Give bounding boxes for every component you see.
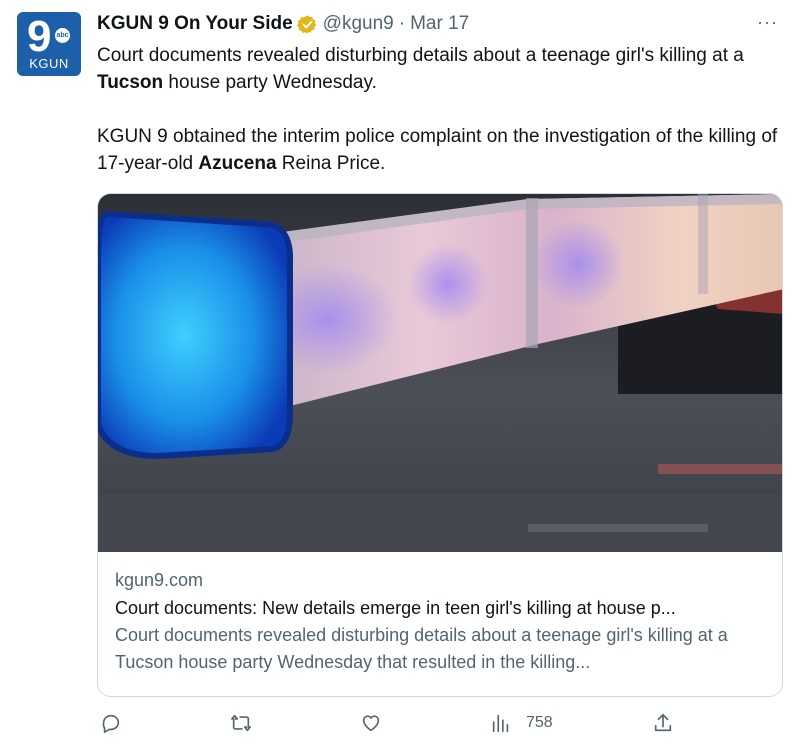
views-count: 758 [526,714,553,731]
reply-icon [102,714,120,733]
link-preview-card[interactable]: kgun9.com Court documents: New details e… [97,193,783,697]
tweet-text-segment: Reina Price. [276,153,386,174]
tweet-paragraph-1: Court documents revealed disturbing deta… [97,42,787,96]
tweet-text-segment: house party Wednesday. [163,72,377,93]
like-button[interactable] [360,712,382,734]
heart-icon [362,715,380,732]
tweet-date[interactable]: Mar 17 [410,13,469,35]
retweet-icon [231,714,251,732]
tweet-text: Court documents revealed disturbing deta… [97,42,787,177]
views-button[interactable]: 758 [490,712,553,734]
avatar[interactable]: 9 abc KGUN [17,12,81,76]
police-light-bar-photo[interactable] [98,194,782,552]
card-domain[interactable]: kgun9.com [115,568,765,592]
tweet-action-bar: 758 [97,712,787,742]
card-image-art [98,194,782,552]
analytics-icon [492,714,509,733]
avatar-number: 9 [27,12,52,61]
share-icon [654,713,672,732]
tweet-bold-tucson: Tucson [97,72,164,93]
display-name[interactable]: KGUN 9 On Your Side [97,13,293,35]
tweet-text-segment: Court documents revealed disturbing deta… [97,45,744,66]
more-options-icon[interactable]: ··· [757,12,778,33]
card-title[interactable]: Court documents: New details emerge in t… [115,594,765,622]
header-separator: · [398,13,406,34]
tweet-header: KGUN 9 On Your Side @kgun9 · Mar 17 [97,11,469,37]
account-handle[interactable]: @kgun9 [323,13,394,35]
reply-button[interactable] [100,712,122,734]
verified-badge-icon[interactable] [296,14,318,35]
share-button[interactable] [652,712,674,734]
card-description[interactable]: Court documents revealed disturbing deta… [115,622,765,676]
avatar-station-label: KGUN [29,56,69,71]
avatar-network-logo: abc [55,28,70,43]
retweet-button[interactable] [230,712,252,734]
tweet-bold-azucena: Azucena [198,153,277,174]
tweet-paragraph-2: KGUN 9 obtained the interim police compl… [97,123,787,177]
